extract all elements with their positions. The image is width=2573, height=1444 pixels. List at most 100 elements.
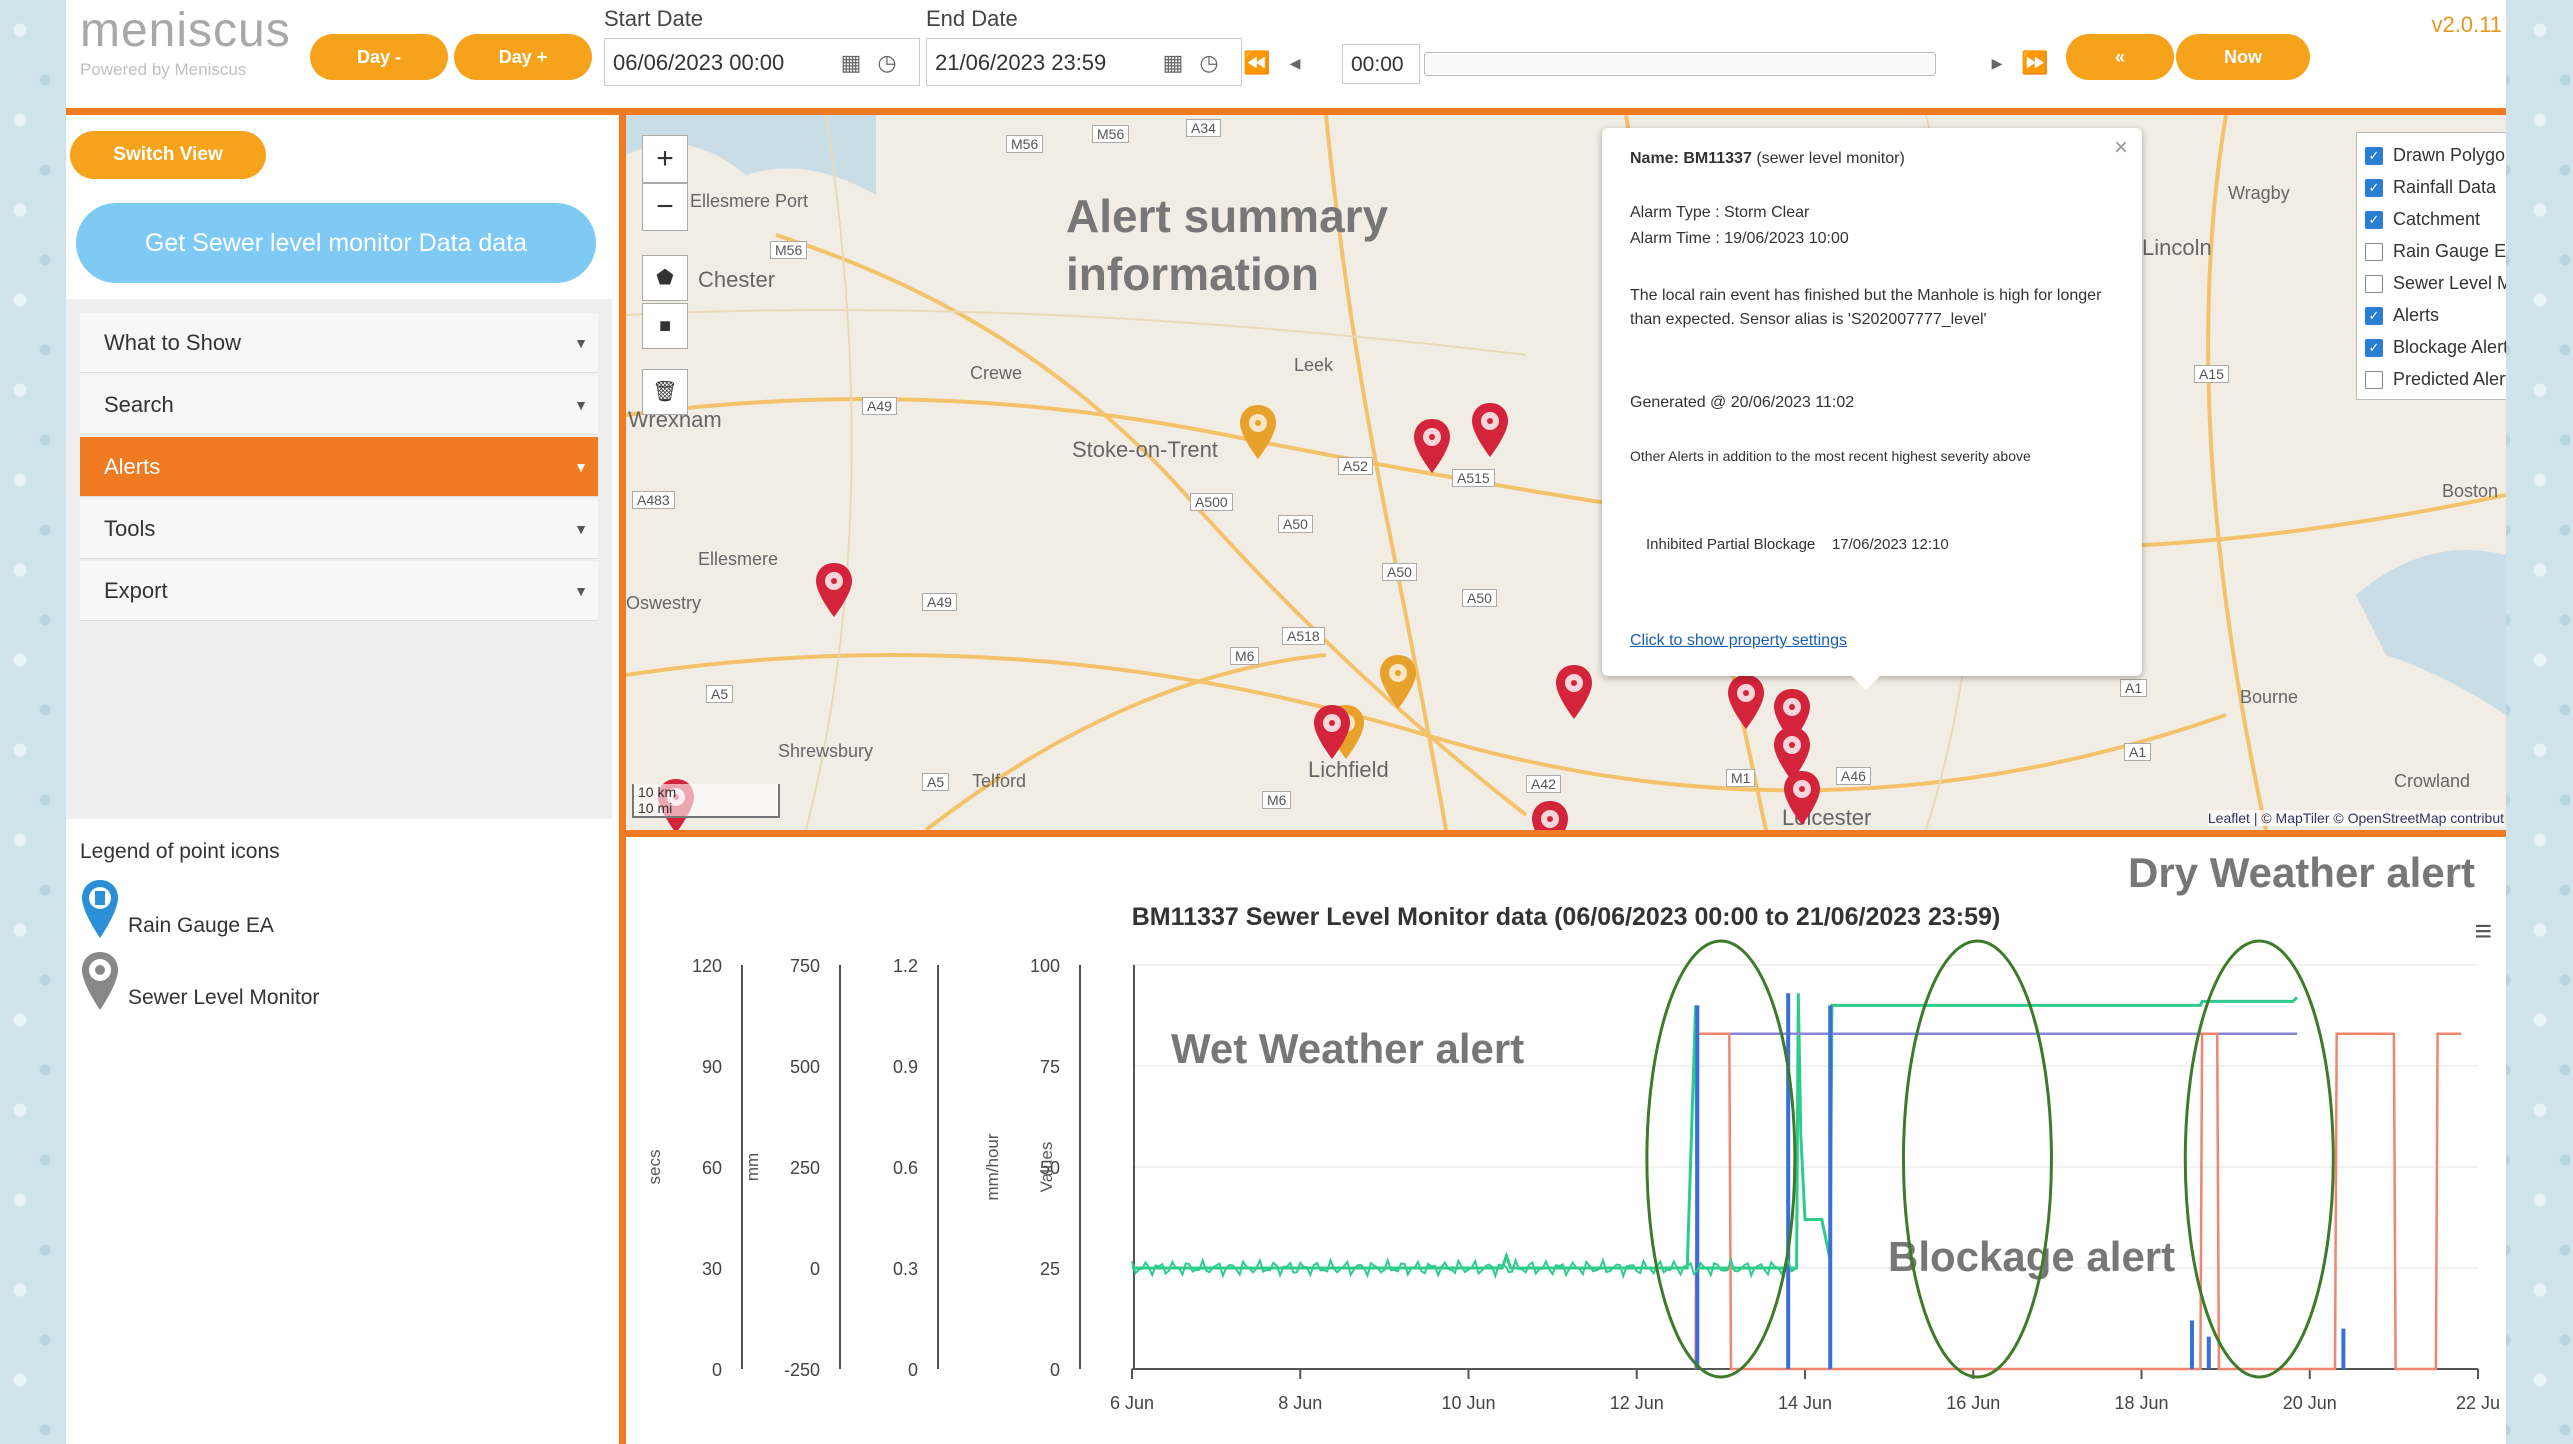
now-button[interactable]: Now — [2176, 34, 2310, 80]
menu-item-label: Export — [104, 578, 168, 603]
popup-tip — [1852, 676, 1880, 690]
time-value: 00:00 — [1351, 53, 1404, 76]
layer-catchment[interactable]: ✓ Catchment — [2365, 203, 2506, 235]
chart-panel: ≡ BM11337 Sewer Level Monitor data (06/0… — [626, 837, 2506, 1444]
road-label: M6 — [1262, 791, 1292, 809]
road-label: A49 — [922, 593, 957, 611]
y-tick-label: 75 — [1040, 1057, 1060, 1077]
highlight-ellipse — [2183, 939, 2335, 1379]
layer-label: Blockage Alerts — [2393, 337, 2506, 357]
alert-marker[interactable] — [1554, 663, 1594, 721]
layer-sewer-level-monitor[interactable]: Sewer Level Monitor — [2365, 267, 2506, 299]
menu-item-label: Tools — [104, 516, 156, 541]
skip-back-icon[interactable]: ⏪ — [1242, 48, 1272, 78]
draw-rectangle-icon[interactable]: ■ — [642, 303, 688, 349]
town-label: Leek — [1294, 355, 1334, 375]
chart-menu-icon[interactable]: ≡ — [2474, 915, 2492, 949]
zoom-in-button[interactable]: + — [642, 135, 688, 183]
road-label: M6 — [1230, 647, 1260, 665]
road-label: A42 — [1526, 775, 1561, 793]
skip-forward-icon[interactable]: ⏩ — [2020, 48, 2050, 78]
end-calendar-icon[interactable]: ▦ — [1158, 48, 1188, 78]
rain-gauge-pin-icon — [82, 880, 118, 938]
checkbox-checked-icon[interactable]: ✓ — [2365, 211, 2383, 230]
road-label: A50 — [1278, 515, 1313, 533]
vertical-splitter[interactable] — [619, 115, 626, 1444]
layer-predicted-alerts[interactable]: Predicted Alerts — [2365, 363, 2506, 395]
menu-search[interactable]: Search ▼ — [80, 375, 598, 435]
town-label: Wragby — [2228, 183, 2290, 203]
zoom-out-button[interactable]: − — [642, 183, 688, 231]
road-label: A15 — [2194, 365, 2229, 383]
layer-blockage-alerts[interactable]: ✓ Blockage Alerts — [2365, 331, 2506, 363]
alert-marker[interactable] — [1782, 769, 1822, 827]
checkbox-unchecked-icon[interactable] — [2365, 275, 2383, 294]
time-slider[interactable] — [1424, 52, 1936, 76]
popup-name-value: BM11337 — [1683, 150, 1752, 167]
layer-rainfall-data[interactable]: ✓ Rainfall Data — [2365, 171, 2506, 203]
town-label: Crowland — [2394, 771, 2471, 791]
checkbox-checked-icon[interactable]: ✓ — [2365, 339, 2383, 358]
step-forward-icon[interactable]: ▶ — [1982, 48, 2012, 78]
alert-marker[interactable] — [1412, 417, 1452, 475]
road-label: A518 — [1282, 627, 1325, 645]
alert-summary-annotation: Alert summary information — [1066, 190, 1389, 300]
alert-marker[interactable] — [1312, 703, 1352, 761]
alert-marker[interactable] — [1470, 401, 1510, 459]
day-minus-button[interactable]: Day - — [310, 34, 448, 80]
sewer-monitor-pin-icon — [82, 952, 118, 1010]
switch-view-button[interactable]: Switch View — [70, 131, 266, 179]
alert-marker[interactable] — [814, 561, 854, 619]
road-label: A34 — [1186, 119, 1221, 137]
road-label: A5 — [706, 685, 734, 703]
end-clock-icon[interactable]: ◷ — [1194, 48, 1224, 78]
back-button[interactable]: « — [2066, 34, 2174, 80]
map-view[interactable]: Chester Wrexham Stoke-on-Trent Leek Crew… — [626, 115, 2506, 830]
popup-alarm-type: Alarm Type : Storm Clear — [1630, 204, 1810, 221]
layer-rain-gauge-ea[interactable]: Rain Gauge EA — [2365, 235, 2506, 267]
logo-name: meniscus — [80, 4, 291, 57]
checkbox-checked-icon[interactable]: ✓ — [2365, 307, 2383, 326]
layer-drawn-polygons[interactable]: ✓ Drawn Polygons — [2365, 139, 2506, 171]
y-tick-label: 30 — [702, 1259, 722, 1279]
side-menu: What to Show ▼ Search ▼ Alerts ▼ Tools ▼… — [66, 299, 612, 819]
horizontal-splitter[interactable] — [626, 830, 2506, 837]
y-tick-label: 0.9 — [893, 1057, 918, 1077]
checkbox-checked-icon[interactable]: ✓ — [2365, 147, 2383, 166]
town-label: Lincoln — [2142, 235, 2212, 260]
legend: Legend of point icons Rain Gauge EA Sewe… — [80, 840, 600, 1022]
day-plus-button[interactable]: Day + — [454, 34, 592, 80]
menu-alerts[interactable]: Alerts ▼ — [80, 437, 598, 497]
checkbox-unchecked-icon[interactable] — [2365, 371, 2383, 390]
step-back-icon[interactable]: ◀ — [1280, 48, 1310, 78]
road-label: A1 — [2124, 743, 2152, 761]
alert-marker[interactable] — [1726, 673, 1766, 731]
draw-polygon-icon[interactable]: ⬟ — [642, 255, 688, 301]
get-data-button[interactable]: Get Sewer level monitor Data data — [76, 203, 596, 283]
popup-other-alerts: Other Alerts in addition to the most rec… — [1630, 448, 2031, 464]
menu-export[interactable]: Export ▼ — [80, 561, 598, 621]
x-tick-label: 22 Ju — [2456, 1393, 2500, 1413]
start-clock-icon[interactable]: ◷ — [872, 48, 902, 78]
menu-what-to-show[interactable]: What to Show ▼ — [80, 313, 598, 373]
town-label: Shrewsbury — [778, 741, 874, 761]
warning-marker[interactable] — [1238, 403, 1278, 461]
time-input[interactable]: 00:00 — [1342, 44, 1420, 84]
delete-trash-icon[interactable]: 🗑 — [642, 369, 688, 415]
road-label: M56 — [1006, 135, 1044, 153]
legend-title: Legend of point icons — [80, 840, 280, 863]
checkbox-unchecked-icon[interactable] — [2365, 243, 2383, 262]
logo-subtitle: Powered by Meniscus — [80, 60, 247, 79]
warning-marker[interactable] — [1378, 653, 1418, 711]
layer-alerts[interactable]: ✓ Alerts — [2365, 299, 2506, 331]
menu-tools[interactable]: Tools ▼ — [80, 499, 598, 559]
menu-item-label: What to Show — [104, 330, 241, 355]
popup-property-link[interactable]: Click to show property settings — [1630, 632, 2120, 650]
header-divider — [66, 108, 2506, 115]
start-calendar-icon[interactable]: ▦ — [836, 48, 866, 78]
y-tick-label: 1.2 — [893, 956, 918, 976]
town-label: Boston — [2442, 481, 2499, 501]
alert-marker[interactable] — [1530, 799, 1570, 830]
map-attribution[interactable]: Leaflet | © MapTiler © OpenStreetMap con… — [2207, 810, 2504, 826]
checkbox-checked-icon[interactable]: ✓ — [2365, 179, 2383, 198]
